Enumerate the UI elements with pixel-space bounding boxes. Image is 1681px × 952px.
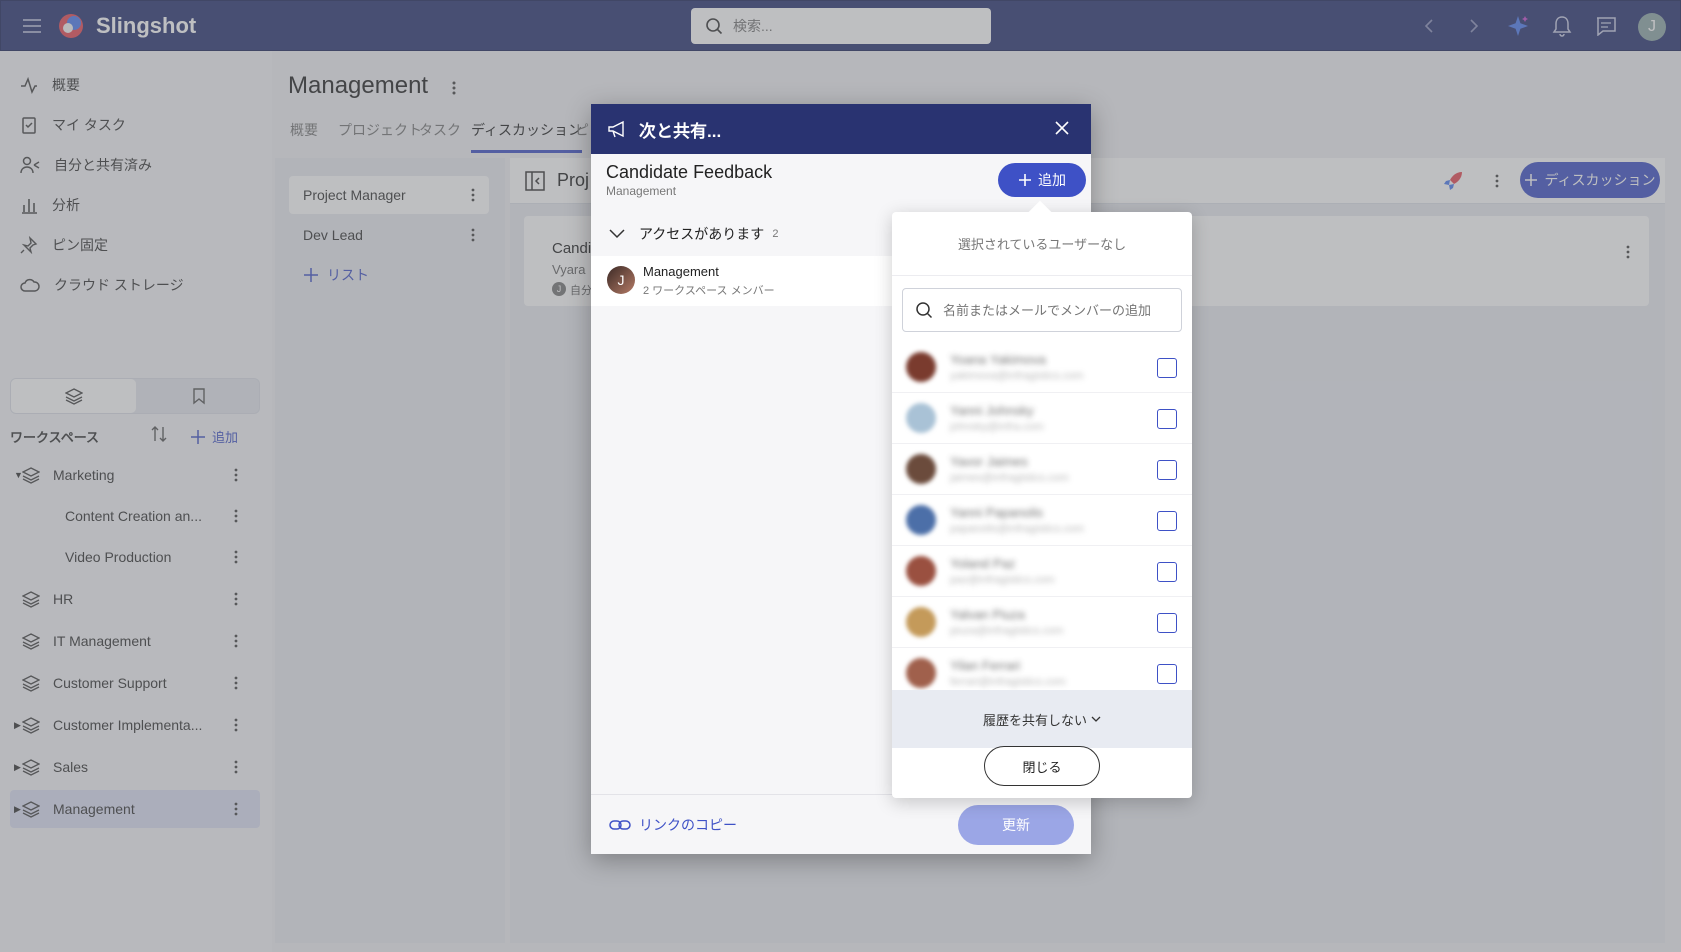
user-email: yakimova@infragistics.com [950,370,1084,382]
access-count: 2 [772,228,779,240]
user-row[interactable]: Yalvan Piuza piuza@infragistics.com [892,597,1192,648]
member-detail: 2 ワークスペース メンバー [643,285,775,297]
copy-link-label: リンクのコピー [639,817,737,833]
user-email: johnsky@infra.com [950,421,1044,433]
close-icon[interactable] [1053,119,1071,137]
link-icon [609,819,631,831]
user-checkbox[interactable] [1157,409,1177,429]
add-members-button[interactable]: 追加 [998,163,1086,197]
user-row[interactable]: Yavor Jaimes jaimes@infragistics.com [892,444,1192,495]
user-avatar [906,505,936,535]
user-email: paz@infragistics.com [950,574,1055,586]
user-checkbox[interactable] [1157,664,1177,684]
user-name: Yalvan Piuza [950,607,1025,622]
user-list: Yoana Yakimova yakimova@infragistics.com… [892,342,1192,690]
user-name: Yoland Paz [950,556,1016,571]
add-members-dropdown: 選択されているユーザーなし Yoana Yakimova yakimova@in… [892,200,1192,798]
search-icon [915,301,933,319]
chevron-down-icon [1091,715,1101,723]
user-avatar [906,556,936,586]
user-row[interactable]: Yoana Yakimova yakimova@infragistics.com [892,342,1192,393]
share-history-select[interactable]: 履歴を共有しない [892,690,1192,748]
user-checkbox[interactable] [1157,613,1177,633]
user-row[interactable]: Yoland Paz paz@infragistics.com [892,546,1192,597]
user-name: Yoana Yakimova [950,352,1046,367]
member-name: Management [643,264,719,279]
megaphone-icon [607,119,629,139]
share-dialog-header: 次と共有... [591,104,1091,154]
user-name: Yilan Ferrari [950,658,1021,673]
add-label: 追加 [1038,172,1066,188]
user-avatar [906,454,936,484]
user-avatar [906,403,936,433]
member-search-field[interactable] [902,288,1182,332]
user-name: Yanni Johnsky [950,403,1034,418]
close-button[interactable]: 閉じる [984,746,1100,786]
user-avatar [906,607,936,637]
user-email: papanolis@infragistics.com [950,523,1085,535]
user-avatar [906,658,936,688]
user-name: Yavor Jaimes [950,454,1028,469]
chevron-down-icon [609,229,625,239]
no-users-selected-text: 選択されているユーザーなし [892,212,1192,276]
user-checkbox[interactable] [1157,562,1177,582]
user-row[interactable]: Yanni Papanolis papanolis@infragistics.c… [892,495,1192,546]
user-row[interactable]: Yilan Ferrari ferrari@infragistics.com [892,648,1192,690]
share-history-label: 履歴を共有しない [982,712,1087,728]
user-name: Yanni Papanolis [950,505,1043,520]
user-checkbox[interactable] [1157,511,1177,531]
user-avatar [906,352,936,382]
update-button[interactable]: 更新 [958,805,1074,845]
user-email: jaimes@infragistics.com [950,472,1069,484]
member-avatar: J [607,266,635,294]
shared-item-subtitle: Management [606,184,677,198]
share-dialog-footer: リンクのコピー 更新 [591,794,1091,854]
user-row[interactable]: Yanni Johnsky johnsky@infra.com [892,393,1192,444]
shared-item-title: Candidate Feedback [606,162,773,182]
member-search-input[interactable] [943,302,1173,318]
plus-icon [1018,173,1032,187]
copy-link-button[interactable]: リンクのコピー [609,815,737,835]
user-email: ferrari@infragistics.com [950,676,1066,688]
user-email: piuza@infragistics.com [950,625,1064,637]
user-checkbox[interactable] [1157,460,1177,480]
access-label: アクセスがあります [639,226,765,242]
dialog-title: 次と共有... [639,121,722,141]
user-checkbox[interactable] [1157,358,1177,378]
